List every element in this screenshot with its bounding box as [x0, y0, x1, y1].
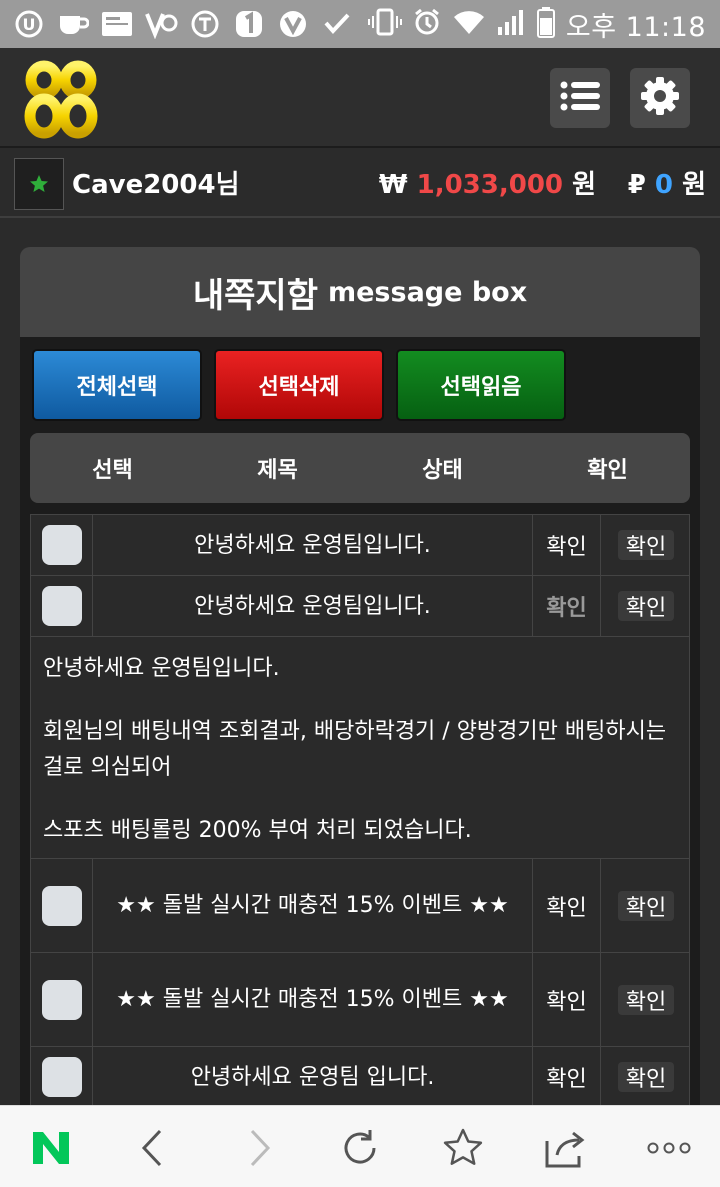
- row-title[interactable]: 안녕하세요 운영팀입니다.: [93, 515, 533, 575]
- row-confirm-button[interactable]: 확인: [617, 530, 675, 560]
- row-checkbox-cell: [31, 515, 93, 575]
- row-confirm-button[interactable]: 확인: [617, 591, 675, 621]
- title-korean: 내쪽지함: [192, 275, 318, 316]
- browser-bottom-nav: [0, 1105, 720, 1187]
- row-title[interactable]: 안녕하세요 운영팀 입니다.: [93, 1047, 533, 1107]
- u-plus-icon: U: [12, 9, 46, 39]
- status-right-icons: 오후 11:18: [367, 6, 706, 43]
- select-all-button[interactable]: 전체선택: [32, 349, 202, 421]
- back-icon[interactable]: [128, 1124, 178, 1172]
- row-checkbox-cell: [31, 1047, 93, 1107]
- table-row[interactable]: ★★ 돌발 실시간 매충전 15% 이벤트 ★★ 확인 확인: [30, 858, 690, 953]
- row-checkbox[interactable]: [41, 1057, 82, 1097]
- table-row[interactable]: 안녕하세요 운영팀 입니다. 확인 확인: [30, 1046, 690, 1107]
- signal-icon: [496, 7, 526, 41]
- point-balance: ₽ 0 원: [628, 164, 706, 201]
- t-icon: [188, 9, 222, 39]
- row-confirm-cell: 확인: [601, 953, 690, 1046]
- status-time: 오후 11:18: [565, 11, 706, 43]
- table-row[interactable]: 안녕하세요 운영팀입니다. 확인 확인: [30, 575, 690, 637]
- title-english: message box: [327, 276, 528, 308]
- more-icon[interactable]: [644, 1124, 694, 1172]
- read-selected-button[interactable]: 선택읽음: [396, 349, 566, 421]
- message-line: 안녕하세요 운영팀입니다.: [43, 656, 280, 681]
- status-bar: U 오후 11:18: [0, 0, 720, 48]
- menu-button[interactable]: [550, 68, 610, 128]
- settings-button[interactable]: [630, 68, 690, 128]
- share-icon[interactable]: [540, 1124, 590, 1172]
- username: Cave2004님: [72, 170, 240, 200]
- column-confirm: 확인: [587, 458, 628, 483]
- column-title: 제목: [257, 458, 298, 483]
- avatar: [14, 158, 64, 210]
- point-unit: 원: [682, 170, 706, 200]
- row-title[interactable]: 안녕하세요 운영팀입니다.: [93, 576, 533, 636]
- row-confirm-cell: 확인: [601, 515, 690, 575]
- row-confirm-cell: 확인: [601, 859, 690, 952]
- tmoney-icon: [100, 9, 134, 39]
- row-status: 확인: [533, 576, 601, 636]
- row-checkbox[interactable]: [41, 525, 82, 565]
- v-icon: [276, 9, 310, 39]
- status-left-icons: U: [12, 6, 354, 42]
- money-unit: 원: [572, 170, 596, 200]
- table-row[interactable]: 안녕하세요 운영팀입니다. 확인 확인: [30, 514, 690, 576]
- point-value: 0: [654, 170, 674, 200]
- point-symbol: ₽: [627, 170, 646, 200]
- refresh-icon[interactable]: [335, 1124, 385, 1172]
- forward-icon[interactable]: [234, 1124, 284, 1172]
- row-status: 확인: [533, 515, 601, 575]
- svg-text:U: U: [23, 15, 36, 34]
- check-icon: [320, 9, 354, 39]
- row-confirm-button[interactable]: 확인: [617, 1062, 675, 1092]
- one-icon: [232, 9, 266, 39]
- app-root: U 오후 11:18 Cave2004님 ₩ 1,033,000 원 ₽ 0 원…: [0, 0, 720, 1187]
- list-icon: [560, 80, 600, 116]
- row-checkbox[interactable]: [41, 885, 82, 926]
- row-checkbox-cell: [31, 576, 93, 636]
- row-checkbox[interactable]: [41, 979, 82, 1020]
- wifi-icon: [452, 7, 486, 41]
- row-confirm-cell: 확인: [601, 1047, 690, 1107]
- row-checkbox[interactable]: [41, 586, 82, 626]
- message-list: 안녕하세요 운영팀입니다. 확인 확인 안녕하세요 운영팀입니다. 확인 확인 …: [30, 514, 690, 1107]
- column-select: 선택: [92, 458, 133, 483]
- column-status: 상태: [422, 458, 463, 483]
- row-confirm-button[interactable]: 확인: [617, 890, 675, 921]
- coffee-icon: [56, 9, 90, 39]
- row-title[interactable]: ★★ 돌발 실시간 매충전 15% 이벤트 ★★: [93, 953, 533, 1046]
- row-title[interactable]: ★★ 돌발 실시간 매충전 15% 이벤트 ★★: [93, 859, 533, 952]
- vibrate-icon: [367, 7, 402, 41]
- gear-icon: [640, 76, 680, 120]
- message-line: 스포츠 배팅롤링 200% 부여 처리 되었습니다.: [43, 818, 472, 843]
- row-status: 확인: [533, 1047, 601, 1107]
- battery-icon: [536, 6, 556, 42]
- user-info-bar: Cave2004님 ₩ 1,033,000 원 ₽ 0 원: [0, 150, 720, 218]
- alarm-icon: [412, 7, 442, 41]
- page-title: 내쪽지함 message box: [20, 247, 700, 337]
- app-header: [0, 48, 720, 148]
- row-status: 확인: [533, 953, 601, 1046]
- delete-selected-button[interactable]: 선택삭제: [214, 349, 384, 421]
- row-confirm-cell: 확인: [601, 576, 690, 636]
- row-checkbox-cell: [31, 953, 93, 1046]
- panel-body: 전체선택 선택삭제 선택읽음 선택 제목 상태 확인 안녕하세요 운영팀입니다.…: [20, 337, 700, 1107]
- message-box-panel: 내쪽지함 message box 전체선택 선택삭제 선택읽음 선택 제목 상태…: [20, 247, 700, 1107]
- naver-icon[interactable]: [26, 1124, 76, 1172]
- expanded-message-body: 안녕하세요 운영팀입니다. 회원님의 배팅내역 조회결과, 배당하락경기 / 양…: [30, 636, 690, 859]
- money-balance: ₩ 1,033,000 원: [379, 164, 596, 201]
- 88-logo[interactable]: [24, 58, 98, 140]
- message-line: 회원님의 배팅내역 조회결과, 배당하락경기 / 양방경기만 배팅하시는걸로 의…: [43, 719, 667, 780]
- money-symbol: ₩: [378, 170, 408, 200]
- money-value: 1,033,000: [416, 170, 564, 200]
- table-header: 선택 제목 상태 확인: [30, 433, 690, 503]
- table-row[interactable]: ★★ 돌발 실시간 매충전 15% 이벤트 ★★ 확인 확인: [30, 952, 690, 1047]
- row-confirm-button[interactable]: 확인: [617, 984, 675, 1015]
- row-status: 확인: [533, 859, 601, 952]
- network-speed-icon: [144, 9, 178, 39]
- row-checkbox-cell: [31, 859, 93, 952]
- bookmark-star-icon[interactable]: [438, 1124, 488, 1172]
